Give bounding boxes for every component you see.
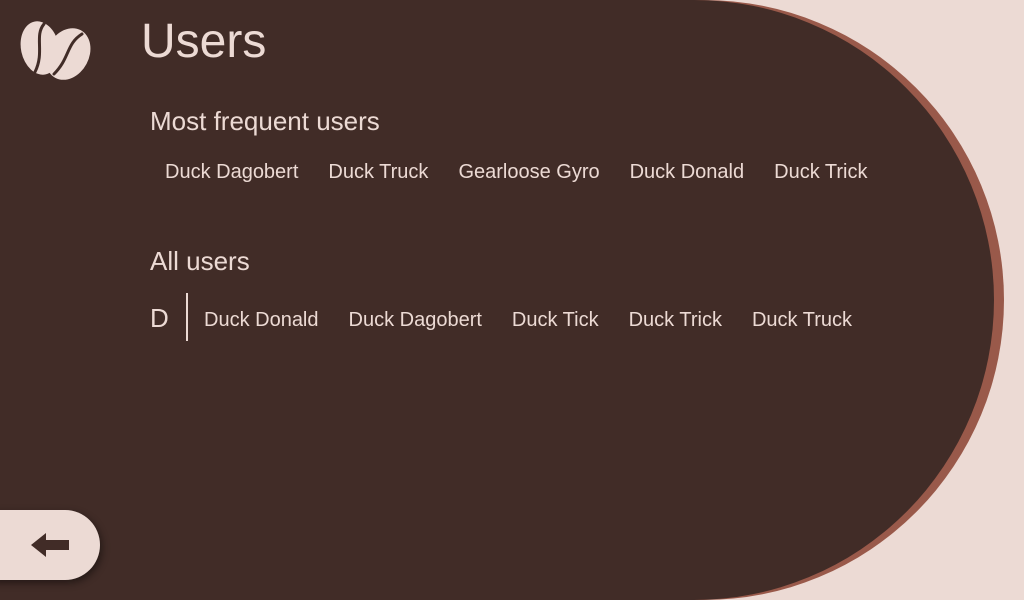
all-users-title: All users [150, 246, 250, 276]
back-button[interactable] [0, 510, 100, 580]
user-duck-dagobert[interactable]: Duck Dagobert [334, 303, 497, 337]
alphabet-letter-header: D [150, 303, 169, 333]
most-frequent-users-title: Most frequent users [150, 106, 380, 136]
user-duck-trick[interactable]: Duck Trick [614, 303, 737, 337]
all-users-list: Duck Donald Duck Dagobert Duck Tick Duck… [189, 303, 867, 337]
frequent-user-duck-dagobert[interactable]: Duck Dagobert [150, 155, 313, 189]
page-title: Users [141, 15, 267, 68]
frequent-user-gearloose-gyro[interactable]: Gearloose Gyro [443, 155, 614, 189]
user-duck-tick[interactable]: Duck Tick [497, 303, 614, 337]
users-screen: Users Most frequent users Duck Dagobert … [0, 0, 1024, 600]
frequent-user-duck-donald[interactable]: Duck Donald [615, 155, 760, 189]
most-frequent-users-list: Duck Dagobert Duck Truck Gearloose Gyro … [150, 155, 882, 189]
letter-divider [186, 293, 188, 341]
frequent-user-duck-truck[interactable]: Duck Truck [313, 155, 443, 189]
arrow-left-icon [31, 533, 69, 557]
frequent-user-duck-trick[interactable]: Duck Trick [759, 155, 882, 189]
user-duck-donald[interactable]: Duck Donald [189, 303, 334, 337]
user-duck-truck[interactable]: Duck Truck [737, 303, 867, 337]
main-panel [0, 0, 994, 600]
coffee-beans-icon [20, 21, 91, 80]
